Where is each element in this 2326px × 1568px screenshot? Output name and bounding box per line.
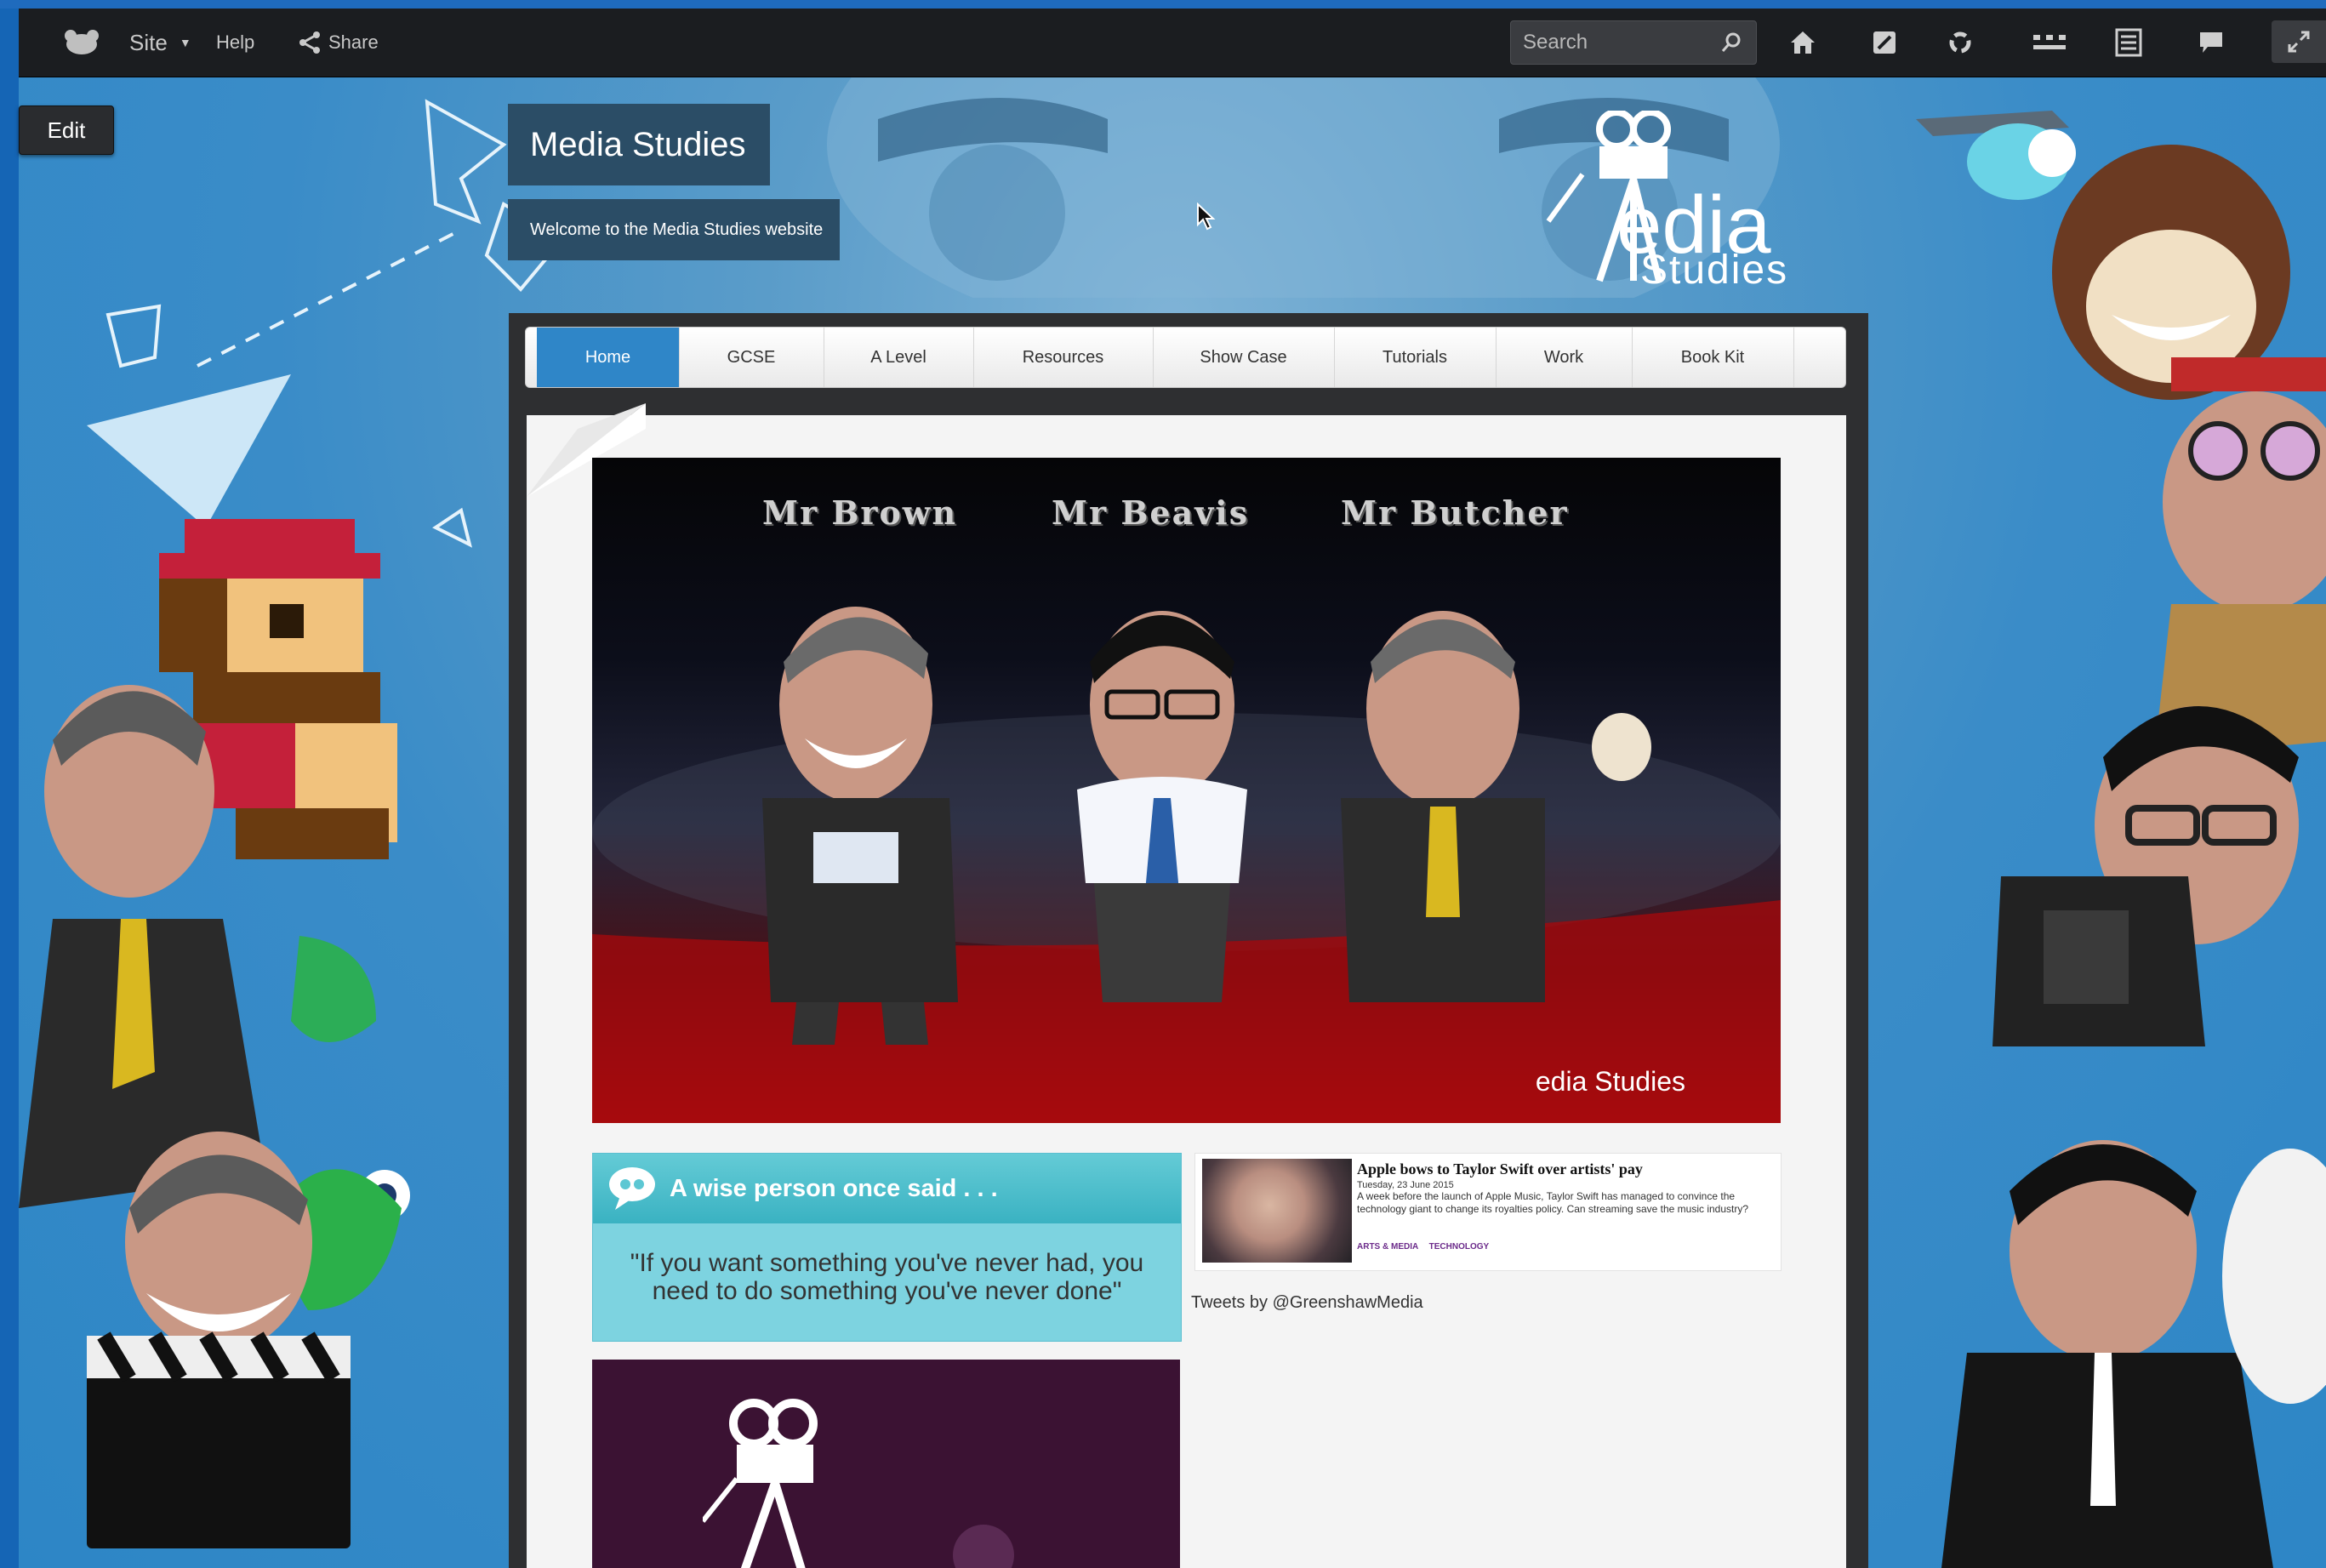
left-edge-strip [0, 0, 19, 1568]
chevron-down-icon: ▼ [179, 36, 191, 49]
search-icon[interactable] [1720, 31, 1742, 54]
site-menu[interactable]: Site ▼ [129, 9, 191, 77]
left-cartoon-characters [19, 685, 410, 1548]
menu-grid-icon[interactable] [2031, 26, 2068, 60]
media-logo-block [592, 1360, 1180, 1568]
app-logo-icon[interactable] [56, 26, 107, 60]
quote-heading-text: A wise person once said . . . [670, 1174, 998, 1202]
share-button[interactable]: Share [298, 9, 379, 77]
quote-heading: A wise person once said . . . [593, 1154, 1181, 1223]
news-tags: ARTS & MEDIA TECHNOLOGY [1357, 1242, 1489, 1252]
film-camera-icon [703, 1399, 1014, 1568]
speech-bubble-icon [607, 1164, 658, 1212]
hero-name-beavis: Mr Beavis [1052, 493, 1250, 532]
quote-text: "If you want something you've never had,… [630, 1249, 1144, 1305]
nav-show-case[interactable]: Show Case [1153, 328, 1335, 387]
quote-widget: A wise person once said . . . "If you wa… [592, 1153, 1182, 1342]
search-box [1510, 20, 1757, 65]
nav-work[interactable]: Work [1496, 328, 1633, 387]
news-thumbnail[interactable] [1202, 1159, 1352, 1263]
top-accent-strip [0, 0, 2326, 9]
news-tag[interactable]: ARTS & MEDIA [1357, 1242, 1418, 1252]
top-toolbar: Site ▼ Help Share [19, 9, 2326, 77]
share-icon [298, 31, 322, 54]
hero-logo-text: edia Studies [1535, 1066, 1685, 1097]
nav-book-kit[interactable]: Book Kit [1632, 328, 1794, 387]
mouse-cursor-icon [1196, 202, 1217, 231]
site-menu-label: Site [129, 29, 168, 55]
news-date: Tuesday, 23 June 2015 [1357, 1180, 1454, 1190]
hero-characters-illustration [592, 607, 1781, 1123]
hero-banner[interactable]: Mr Brown Mr Beavis Mr Butcher edia Studi… [592, 458, 1781, 1123]
right-cartoon-characters [1916, 111, 2326, 1568]
news-body: A week before the launch of Apple Music,… [1357, 1190, 1749, 1215]
nav-tutorials[interactable]: Tutorials [1334, 328, 1497, 387]
comment-icon[interactable] [2194, 26, 2228, 60]
share-label: Share [328, 31, 379, 53]
media-studies-logo[interactable]: edia Studies [1531, 111, 1812, 293]
help-link[interactable]: Help [216, 9, 254, 77]
main-navigation: Home GCSE A Level Resources Show Case Tu… [525, 327, 1846, 388]
hero-name-brown: Mr Brown [762, 493, 958, 532]
nav-gcse[interactable]: GCSE [679, 328, 824, 387]
nav-a-level[interactable]: A Level [824, 328, 974, 387]
site-subtitle: Welcome to the Media Studies website [508, 199, 840, 260]
sync-icon[interactable] [1943, 26, 1977, 60]
news-title[interactable]: Apple bows to Taylor Swift over artists'… [1357, 1160, 1643, 1178]
edit-button[interactable]: Edit [19, 105, 114, 155]
list-icon[interactable] [2112, 26, 2146, 60]
fullscreen-icon[interactable] [2272, 20, 2326, 63]
news-card[interactable]: Apple bows to Taylor Swift over artists'… [1194, 1153, 1782, 1271]
nav-home[interactable]: Home [537, 328, 680, 387]
news-tag[interactable]: TECHNOLOGY [1429, 1242, 1490, 1252]
home-icon[interactable] [1786, 26, 1820, 60]
logo-text-line2: Studies [1640, 248, 1789, 293]
site-title: Media Studies [508, 104, 770, 185]
tweets-link[interactable]: Tweets by @GreenshawMedia [1191, 1293, 1423, 1313]
search-input[interactable] [1521, 30, 1720, 55]
hero-name-butcher: Mr Butcher [1341, 493, 1569, 532]
dashboard-icon[interactable] [1867, 26, 1901, 60]
nav-resources[interactable]: Resources [973, 328, 1154, 387]
